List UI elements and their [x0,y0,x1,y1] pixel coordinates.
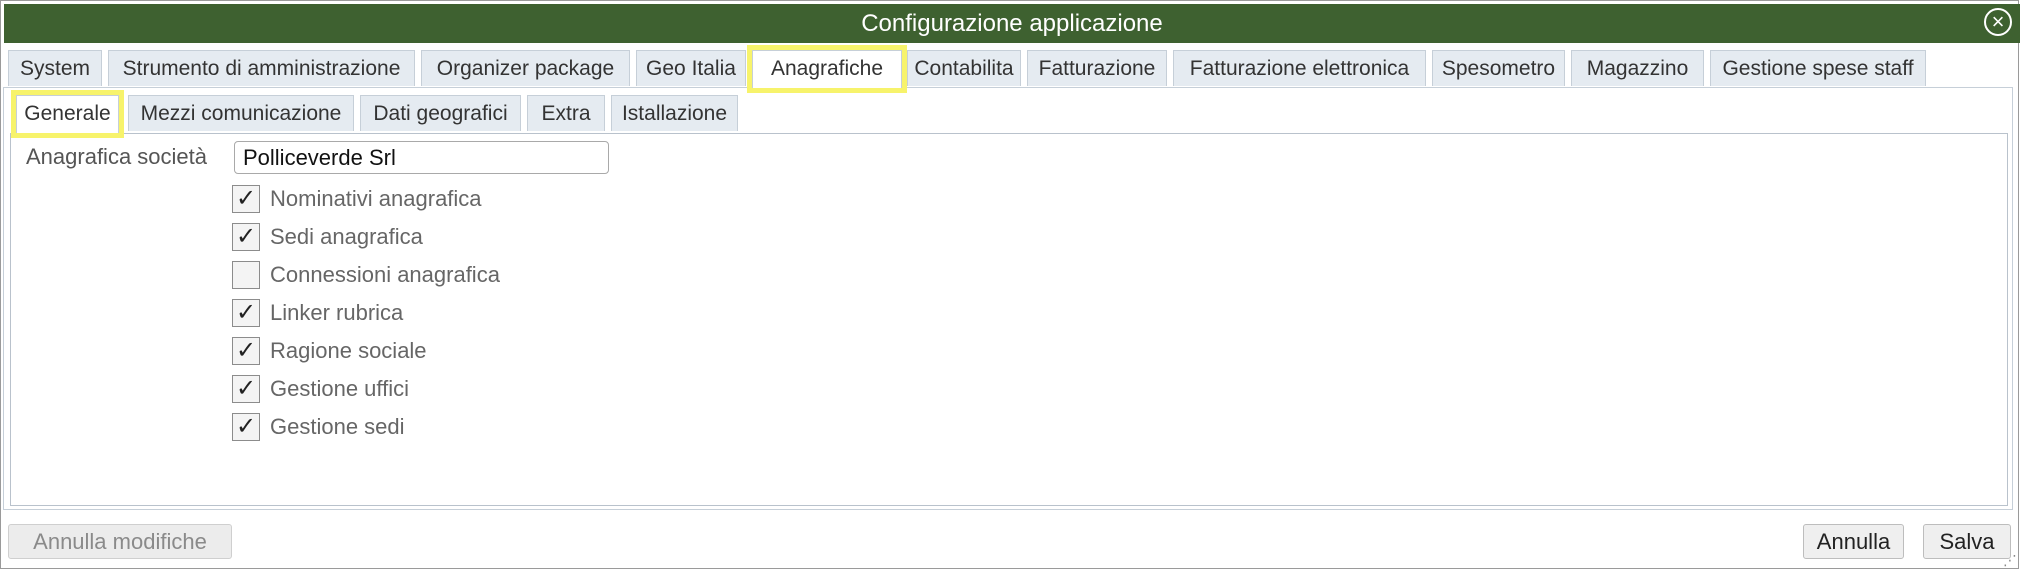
checkbox[interactable]: ✓ [232,223,260,251]
tab-fatturazione-elettronica[interactable]: Fatturazione elettronica [1173,50,1426,86]
tab-strumento-di-amministrazione[interactable]: Strumento di amministrazione [108,50,415,86]
tab-contabilita[interactable]: Contabilita [907,50,1021,86]
close-icon[interactable]: × [1984,8,2012,36]
tab-organizer-package[interactable]: Organizer package [421,50,630,86]
subtab-generale[interactable]: Generale [11,90,124,138]
tab-system[interactable]: System [8,50,102,86]
option-label: Sedi anagrafica [270,224,423,249]
checkbox[interactable]: ✓ [232,413,260,441]
tab-gestione-spese-staff[interactable]: Gestione spese staff [1710,50,1926,86]
subtab-istallazione[interactable]: Istallazione [611,95,738,131]
subtab-dati-geografici[interactable]: Dati geografici [360,95,521,131]
annulla-modifiche-button[interactable]: Annulla modifiche [8,524,232,559]
tab-geo-italia[interactable]: Geo Italia [636,50,746,86]
option-label: Connessioni anagrafica [270,262,500,287]
tab-magazzino[interactable]: Magazzino [1571,50,1704,86]
option-label: Gestione uffici [270,376,410,401]
option-ragione-sociale[interactable]: ✓ Ragione sociale [232,335,427,367]
dialog-title: Configurazione applicazione [861,10,1163,37]
company-label: Anagrafica società [26,144,207,169]
option-sedi-anagrafica[interactable]: ✓ Sedi anagrafica [232,221,423,253]
checkbox[interactable]: ✓ [232,375,260,403]
checkbox[interactable]: ✓ [232,185,260,213]
resize-grip-icon[interactable]: ⋰ [2003,553,2017,567]
tab-anagrafiche[interactable]: Anagrafiche [747,45,907,93]
subtab-mezzi-comunicazione[interactable]: Mezzi comunicazione [128,95,354,131]
tab-spesometro[interactable]: Spesometro [1432,50,1565,86]
option-label: Gestione sedi [270,414,405,439]
option-label: Ragione sociale [270,338,427,363]
salva-button[interactable]: Salva [1923,524,2011,559]
checkbox[interactable]: ✓ [232,299,260,327]
option-label: Nominativi anagrafica [270,186,482,211]
option-label: Linker rubrica [270,300,404,325]
checkbox[interactable]: ✓ [232,337,260,365]
annulla-button[interactable]: Annulla [1803,524,1904,559]
option-gestione-uffici[interactable]: ✓ Gestione uffici [232,373,409,405]
subtab-extra[interactable]: Extra [527,95,605,131]
company-input[interactable] [234,141,609,174]
dialog-titlebar: Configurazione applicazione × [4,4,2020,43]
option-gestione-sedi[interactable]: ✓ Gestione sedi [232,411,405,443]
checkbox[interactable] [232,261,260,289]
option-connessioni-anagrafica[interactable]: Connessioni anagrafica [232,259,500,291]
tab-fatturazione[interactable]: Fatturazione [1027,50,1167,86]
option-linker-rubrica[interactable]: ✓ Linker rubrica [232,297,403,329]
option-nominativi-anagrafica[interactable]: ✓ Nominativi anagrafica [232,183,482,215]
